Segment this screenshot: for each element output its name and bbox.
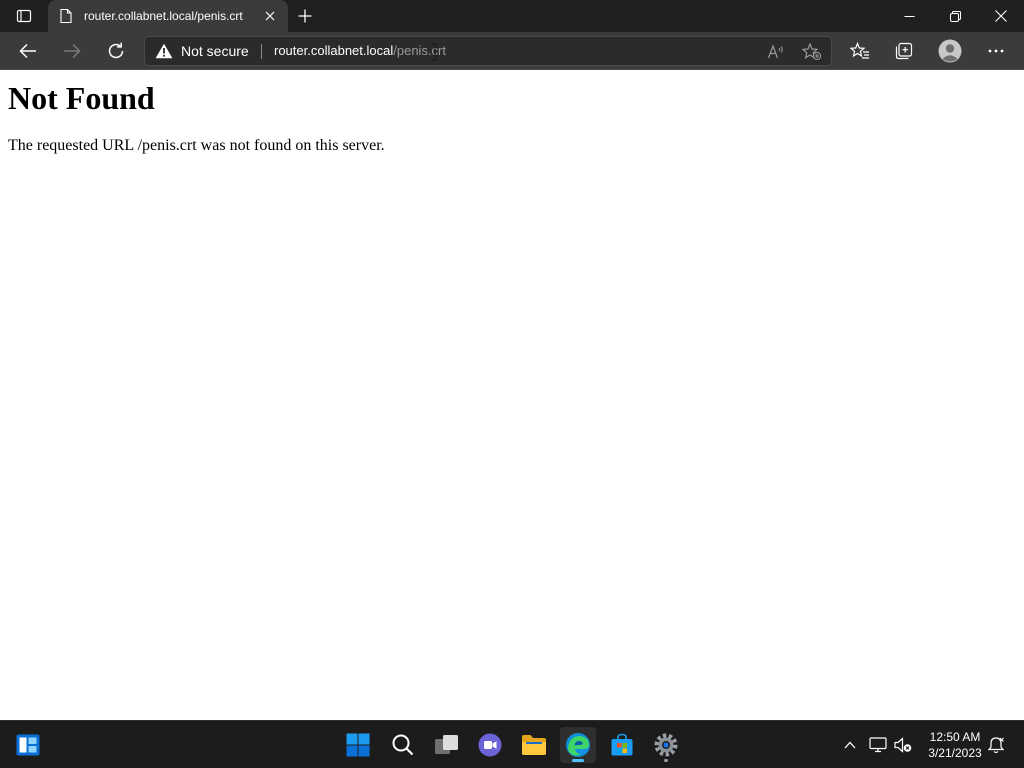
- restore-icon: [949, 10, 961, 22]
- browser-titlebar: router.collabnet.local/penis.crt: [0, 0, 1024, 32]
- error-message: The requested URL /penis.crt was not fou…: [8, 137, 385, 154]
- back-button[interactable]: [13, 36, 43, 66]
- tab-close-button[interactable]: [260, 6, 280, 26]
- task-view-button[interactable]: [429, 727, 465, 763]
- notification-bell-icon: [987, 737, 1005, 754]
- show-hidden-icons-button[interactable]: [840, 735, 860, 755]
- clock-date: 3/21/2023: [928, 746, 982, 760]
- browser-toolbar: Not secure router.collabnet.local/penis.…: [0, 32, 1024, 70]
- search-icon: [392, 734, 414, 756]
- security-status-text: Not secure: [181, 43, 249, 59]
- active-app-indicator: [572, 759, 584, 762]
- task-view-icon: [435, 735, 458, 754]
- network-icon: [869, 737, 887, 753]
- settings-more-button[interactable]: [981, 36, 1011, 66]
- text-cursor-icon: [432, 43, 438, 61]
- read-aloud-icon: [767, 44, 783, 59]
- new-tab-button[interactable]: [292, 3, 318, 29]
- favorites-icon: [850, 42, 869, 59]
- page-heading: Not Found: [8, 80, 155, 116]
- search-button[interactable]: [385, 727, 421, 763]
- store-button[interactable]: [604, 727, 640, 763]
- add-favorite-button[interactable]: [801, 41, 823, 63]
- forward-arrow-icon: [64, 43, 81, 59]
- file-explorer-button[interactable]: [516, 727, 552, 763]
- close-icon: [265, 11, 275, 21]
- settings-taskbar-button[interactable]: [648, 727, 684, 763]
- collections-icon: [895, 42, 913, 60]
- page-favicon-icon: [58, 8, 74, 24]
- settings-icon: [654, 733, 678, 757]
- tab-actions-button[interactable]: [8, 3, 40, 29]
- more-icon: [988, 49, 1004, 53]
- collections-button[interactable]: [889, 36, 919, 66]
- address-bar[interactable]: Not secure router.collabnet.local/penis.…: [144, 36, 832, 66]
- tab-active[interactable]: router.collabnet.local/penis.crt: [48, 0, 288, 32]
- start-button[interactable]: [340, 727, 376, 763]
- volume-button[interactable]: [893, 735, 913, 755]
- back-arrow-icon: [19, 43, 36, 59]
- refresh-button[interactable]: [101, 36, 131, 66]
- refresh-icon: [108, 42, 124, 59]
- taskbar: 12:50 AM 3/21/2023: [0, 720, 1024, 768]
- site-info-button[interactable]: Not secure: [155, 37, 249, 65]
- system-clock[interactable]: 12:50 AM 3/21/2023: [922, 729, 988, 761]
- warning-icon: [155, 43, 173, 59]
- clock-time: 12:50 AM: [929, 730, 981, 744]
- volume-muted-icon: [894, 737, 912, 753]
- avatar-icon: [938, 39, 962, 63]
- star-add-icon: [802, 43, 822, 61]
- tab-actions-icon: [16, 9, 32, 23]
- widgets-button[interactable]: [10, 727, 46, 763]
- url-host: router.collabnet.local: [274, 43, 394, 58]
- chevron-up-icon: [844, 741, 856, 749]
- close-icon: [995, 10, 1007, 22]
- minimize-icon: [904, 15, 914, 17]
- minimize-button[interactable]: [886, 0, 932, 32]
- page-content: Not Found The requested URL /penis.crt w…: [0, 71, 1024, 720]
- chat-icon: [478, 733, 502, 757]
- close-window-button[interactable]: [978, 0, 1024, 32]
- tab-title: router.collabnet.local/penis.crt: [84, 9, 243, 23]
- chat-button[interactable]: [472, 727, 508, 763]
- address-divider: [261, 44, 262, 59]
- running-app-indicator: [664, 759, 668, 762]
- edge-taskbar-button[interactable]: [560, 727, 596, 763]
- plus-icon: [298, 9, 312, 23]
- forward-button[interactable]: [57, 36, 87, 66]
- widgets-icon: [16, 734, 40, 756]
- read-aloud-button[interactable]: [765, 41, 787, 63]
- edge-icon: [566, 733, 590, 757]
- favorites-button[interactable]: [845, 36, 875, 66]
- notifications-button[interactable]: [986, 735, 1006, 755]
- url-text[interactable]: router.collabnet.local/penis.crt: [274, 43, 446, 59]
- store-icon: [611, 733, 633, 756]
- restore-button[interactable]: [932, 0, 978, 32]
- profile-button[interactable]: [935, 36, 965, 66]
- windows-start-icon: [346, 733, 370, 757]
- network-button[interactable]: [868, 735, 888, 755]
- folder-icon: [522, 735, 546, 755]
